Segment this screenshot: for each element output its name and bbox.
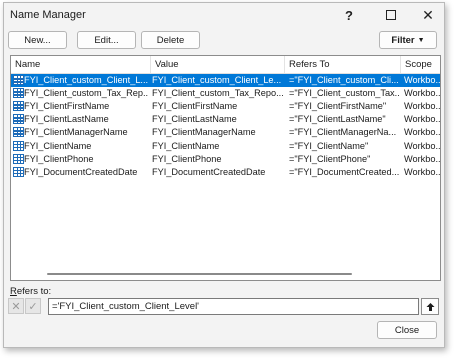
cell-scope: Workbo...: [404, 166, 440, 177]
cell-value: FYI_Client_custom_Client_Le...: [152, 75, 282, 85]
refers-to-label-text: efers to:: [16, 286, 52, 297]
edit-button[interactable]: Edit...: [77, 31, 136, 49]
cell-value: FYI_DocumentCreatedDate: [152, 166, 266, 177]
cell-scope: Workbo...: [404, 75, 440, 85]
table-header: Name Value Refers To Scope: [11, 56, 440, 74]
cell-name: FYI_ClientName: [24, 140, 92, 151]
cell-scope: Workbo...: [404, 127, 440, 138]
filter-button[interactable]: Filter ▼: [379, 31, 437, 49]
cell-value: FYI_ClientManagerName: [152, 127, 256, 138]
name-manager-dialog: Name Manager ? ✕ New... Edit... Delete F…: [3, 2, 445, 348]
x-icon: ✕: [11, 300, 21, 313]
column-header-value[interactable]: Value: [151, 56, 285, 73]
maximize-icon: [386, 10, 396, 20]
column-header-name[interactable]: Name: [11, 56, 151, 73]
chevron-down-icon: ▼: [417, 36, 425, 44]
cell-name: FYI_Client_custom_Client_L...: [24, 75, 148, 85]
names-table[interactable]: Name Value Refers To Scope FYI_Client_cu…: [10, 55, 441, 281]
close-button-label: Close: [394, 324, 420, 336]
cell-refers-to: ="FYI_DocumentCreated...: [289, 166, 400, 177]
delete-button-label: Delete: [156, 34, 185, 46]
table-icon: [13, 114, 24, 125]
cell-value: FYI_ClientLastName: [152, 114, 237, 125]
table-row[interactable]: FYI_ClientFirstName FYI_ClientFirstName ="…: [11, 100, 440, 113]
table-icon: [13, 101, 24, 112]
cell-scope: Workbo...: [404, 153, 440, 164]
scrollbar-thumb[interactable]: [47, 273, 352, 275]
cell-scope: Workbo...: [404, 101, 440, 112]
table-icon: [13, 140, 24, 151]
checkmark-icon: ✓: [28, 300, 38, 313]
cell-name: FYI_ClientPhone: [24, 153, 94, 164]
cell-refers-to: ="FYI_ClientPhone": [289, 153, 371, 164]
table-row[interactable]: FYI_ClientLastName FYI_ClientLastName ="FY…: [11, 113, 440, 126]
cell-name: FYI_ClientLastName: [24, 114, 109, 125]
table-icon: [13, 88, 24, 99]
cell-value: FYI_ClientFirstName: [152, 101, 238, 112]
column-header-refers-to[interactable]: Refers To: [285, 56, 401, 73]
cell-value: FYI_ClientPhone: [152, 153, 222, 164]
delete-button[interactable]: Delete: [141, 31, 200, 49]
cell-scope: Workbo...: [404, 114, 440, 125]
table-icon: [13, 75, 24, 85]
help-icon[interactable]: ?: [335, 3, 363, 27]
column-header-scope[interactable]: Scope: [401, 56, 440, 73]
cell-refers-to: ="FYI_ClientManagerNa...: [289, 127, 397, 138]
collapse-dialog-button[interactable]: [421, 298, 439, 315]
dialog-title: Name Manager: [10, 9, 86, 21]
cell-name: FYI_ClientFirstName: [24, 101, 110, 112]
table-row[interactable]: FYI_ClientManagerName FYI_ClientManagerNa…: [11, 126, 440, 139]
new-button-label: New...: [24, 34, 51, 46]
filter-button-label: Filter: [391, 34, 415, 46]
new-button[interactable]: New...: [8, 31, 67, 49]
close-button[interactable]: Close: [377, 321, 437, 339]
cell-refers-to: ="FYI_ClientFirstName": [289, 101, 387, 112]
arrow-up-icon: [426, 302, 434, 311]
cell-value: FYI_ClientName: [152, 140, 220, 151]
cell-scope: Workbo...: [404, 140, 440, 151]
confirm-edit-button[interactable]: ✓: [25, 298, 41, 314]
table-row[interactable]: FYI_ClientName FYI_ClientName ="FYI_Client…: [11, 140, 440, 153]
edit-button-label: Edit...: [94, 34, 119, 46]
table-icon: [13, 153, 24, 164]
table-icon: [13, 166, 24, 177]
cell-value: FYI_Client_custom_Tax_Repo...: [152, 88, 284, 99]
horizontal-scrollbar[interactable]: [11, 268, 440, 280]
cell-refers-to: ="FYI_Client_custom_Cli...: [289, 75, 399, 85]
close-window-button[interactable]: ✕: [414, 3, 442, 27]
cell-name: FYI_ClientManagerName: [24, 127, 128, 138]
close-icon: ✕: [422, 6, 434, 23]
table-row[interactable]: FYI_ClientPhone FYI_ClientPhone ="FYI_Clie…: [11, 153, 440, 166]
table-row[interactable]: FYI_Client_custom_Tax_Rep... FYI_Client_c…: [11, 87, 440, 100]
table-icon: [13, 127, 24, 138]
cell-name: FYI_Client_custom_Tax_Rep...: [24, 88, 148, 99]
cell-refers-to: ="FYI_ClientLastName": [289, 114, 386, 125]
cell-scope: Workbo...: [404, 88, 440, 99]
maximize-button[interactable]: [377, 3, 405, 27]
cell-name: FYI_DocumentCreatedDate: [24, 166, 138, 177]
cell-refers-to: ="FYI_Client_custom_Tax...: [289, 88, 400, 99]
table-row[interactable]: FYI_Client_custom_Client_L... FYI_Client_…: [11, 74, 440, 87]
cancel-edit-button[interactable]: ✕: [8, 298, 24, 314]
cell-refers-to: ="FYI_ClientName": [289, 140, 369, 151]
refers-to-label: Refers to:: [10, 286, 52, 297]
table-row[interactable]: FYI_DocumentCreatedDate FYI_DocumentCreat…: [11, 166, 440, 179]
refers-to-input[interactable]: ='FYI_Client_custom_Client_Level': [48, 298, 419, 315]
